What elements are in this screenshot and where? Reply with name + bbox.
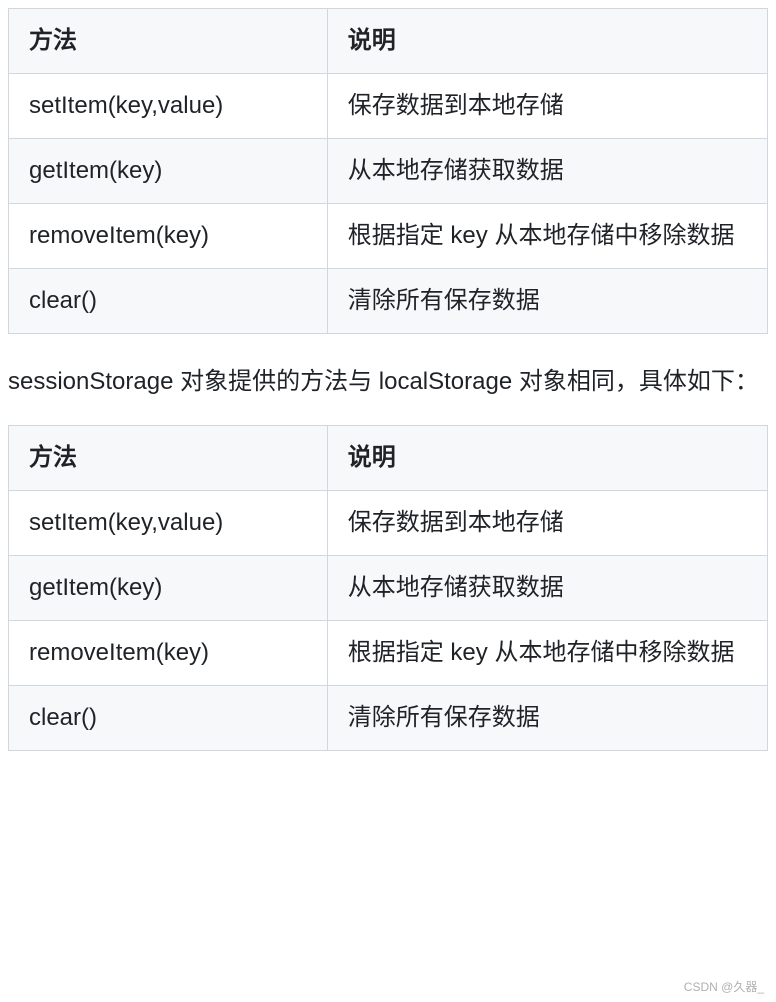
method-cell: removeItem(key) — [9, 204, 328, 269]
table-header-row: 方法 说明 — [9, 425, 768, 490]
method-cell: setItem(key,value) — [9, 490, 328, 555]
table-row: setItem(key,value) 保存数据到本地存储 — [9, 74, 768, 139]
desc-cell: 保存数据到本地存储 — [327, 74, 767, 139]
desc-cell: 根据指定 key 从本地存储中移除数据 — [327, 620, 767, 685]
localstorage-methods-table: 方法 说明 setItem(key,value) 保存数据到本地存储 getIt… — [8, 8, 768, 334]
method-cell: clear() — [9, 685, 328, 750]
method-cell: clear() — [9, 269, 328, 334]
table-header-method: 方法 — [9, 9, 328, 74]
desc-cell: 根据指定 key 从本地存储中移除数据 — [327, 204, 767, 269]
method-cell: removeItem(key) — [9, 620, 328, 685]
table-row: clear() 清除所有保存数据 — [9, 685, 768, 750]
table-row: getItem(key) 从本地存储获取数据 — [9, 139, 768, 204]
desc-cell: 清除所有保存数据 — [327, 269, 767, 334]
method-cell: getItem(key) — [9, 139, 328, 204]
method-cell: setItem(key,value) — [9, 74, 328, 139]
desc-cell: 清除所有保存数据 — [327, 685, 767, 750]
table-row: clear() 清除所有保存数据 — [9, 269, 768, 334]
table-header-row: 方法 说明 — [9, 9, 768, 74]
table-header-desc: 说明 — [327, 425, 767, 490]
table-row: setItem(key,value) 保存数据到本地存储 — [9, 490, 768, 555]
desc-cell: 保存数据到本地存储 — [327, 490, 767, 555]
table-header-method: 方法 — [9, 425, 328, 490]
desc-cell: 从本地存储获取数据 — [327, 555, 767, 620]
table-row: removeItem(key) 根据指定 key 从本地存储中移除数据 — [9, 204, 768, 269]
table-row: removeItem(key) 根据指定 key 从本地存储中移除数据 — [9, 620, 768, 685]
method-cell: getItem(key) — [9, 555, 328, 620]
desc-cell: 从本地存储获取数据 — [327, 139, 767, 204]
paragraph-sessionstorage-intro: sessionStorage 对象提供的方法与 localStorage 对象相… — [8, 362, 768, 403]
table-header-desc: 说明 — [327, 9, 767, 74]
table-row: getItem(key) 从本地存储获取数据 — [9, 555, 768, 620]
watermark-text: CSDN @久器_ — [684, 978, 764, 996]
sessionstorage-methods-table: 方法 说明 setItem(key,value) 保存数据到本地存储 getIt… — [8, 425, 768, 751]
